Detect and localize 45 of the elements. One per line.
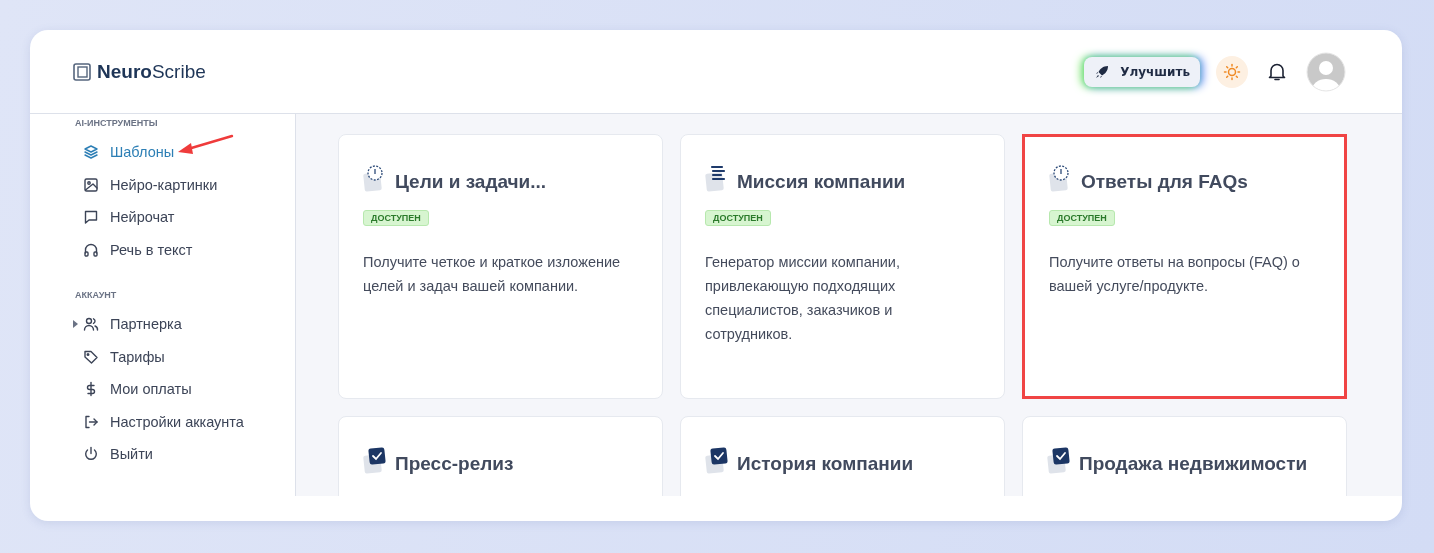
logo-text[interactable]: NeuroScribe xyxy=(97,60,206,83)
template-card[interactable]: Пресс-релиз xyxy=(338,416,663,496)
sidebar-item[interactable]: Партнерка xyxy=(83,316,182,333)
card-title: Продажа недвижимости xyxy=(1079,453,1308,475)
status-badge: ДОСТУПЕН xyxy=(1049,210,1115,226)
template-card[interactable]: Продажа недвижимости xyxy=(1022,416,1347,496)
caret-icon[interactable] xyxy=(73,320,79,329)
rocket-icon xyxy=(1094,63,1111,80)
sidebar-item[interactable]: Выйти xyxy=(83,446,153,463)
upgrade-button[interactable]: Улучшить xyxy=(1084,56,1200,87)
sidebar-item[interactable]: Нейро-картинки xyxy=(83,176,218,193)
template-card[interactable]: Ответы для FAQs ДОСТУПЕН Получите ответы на вопросы (FAQ) о вашей услуге/продукте. xyxy=(1022,134,1347,399)
exit-icon xyxy=(83,413,99,430)
template-card[interactable]: История компании xyxy=(680,416,1005,496)
theme-toggle-button[interactable] xyxy=(1216,55,1248,88)
card-title: Ответы для FAQs xyxy=(1081,171,1248,193)
section-heading: АККАУНТ xyxy=(75,290,118,300)
chat-icon xyxy=(83,209,99,226)
sidebar-item[interactable]: Нейрочат xyxy=(83,209,175,226)
card-description: Генератор миссии компании, привлекающую подходящих специалистов, заказчиков и сотрудников. xyxy=(705,253,901,344)
headphones-icon xyxy=(83,241,99,258)
card-title: Миссия компании xyxy=(737,171,906,193)
tag-icon xyxy=(83,348,99,365)
layers-icon xyxy=(83,144,99,161)
users-icon xyxy=(83,316,99,333)
card-title: Цели и задачи... xyxy=(395,171,547,193)
status-badge: ДОСТУПЕН xyxy=(705,210,771,226)
status-badge: ДОСТУПЕН xyxy=(363,210,429,226)
sidebar-item[interactable]: Речь в текст xyxy=(83,241,193,258)
image-icon xyxy=(83,176,99,193)
notification-bell-icon[interactable] xyxy=(1268,61,1286,82)
card-description: Получите четкое и краткое изложение целей и задач вашей компании. xyxy=(363,253,622,296)
power-icon xyxy=(83,446,99,463)
sidebar-item[interactable]: Тарифы xyxy=(83,348,165,365)
logo-icon xyxy=(73,62,91,81)
template-card[interactable]: Цели и задачи... ДОСТУПЕН Получите четкое и краткое изложение целей и задач вашей компании. xyxy=(338,134,663,399)
sidebar-item[interactable]: Мои оплаты xyxy=(83,381,192,398)
sidebar-item[interactable]: Настройки аккаунта xyxy=(83,413,244,430)
card-title: Пресс-релиз xyxy=(395,453,514,475)
section-heading: AI-ИНСТРУМЕНТЫ xyxy=(75,118,159,128)
sun-icon xyxy=(1223,62,1241,81)
card-title: История компании xyxy=(737,453,914,475)
card-description: Получите ответы на вопросы (FAQ) о вашей услуге/продукте. xyxy=(1049,253,1301,296)
template-card[interactable]: Миссия компании ДОСТУПЕН Генератор миссии компании, привлекающую подходящих специалистов, заказчиков и сотрудников. xyxy=(680,134,1005,399)
sidebar-item[interactable]: Шаблоны xyxy=(83,144,175,161)
